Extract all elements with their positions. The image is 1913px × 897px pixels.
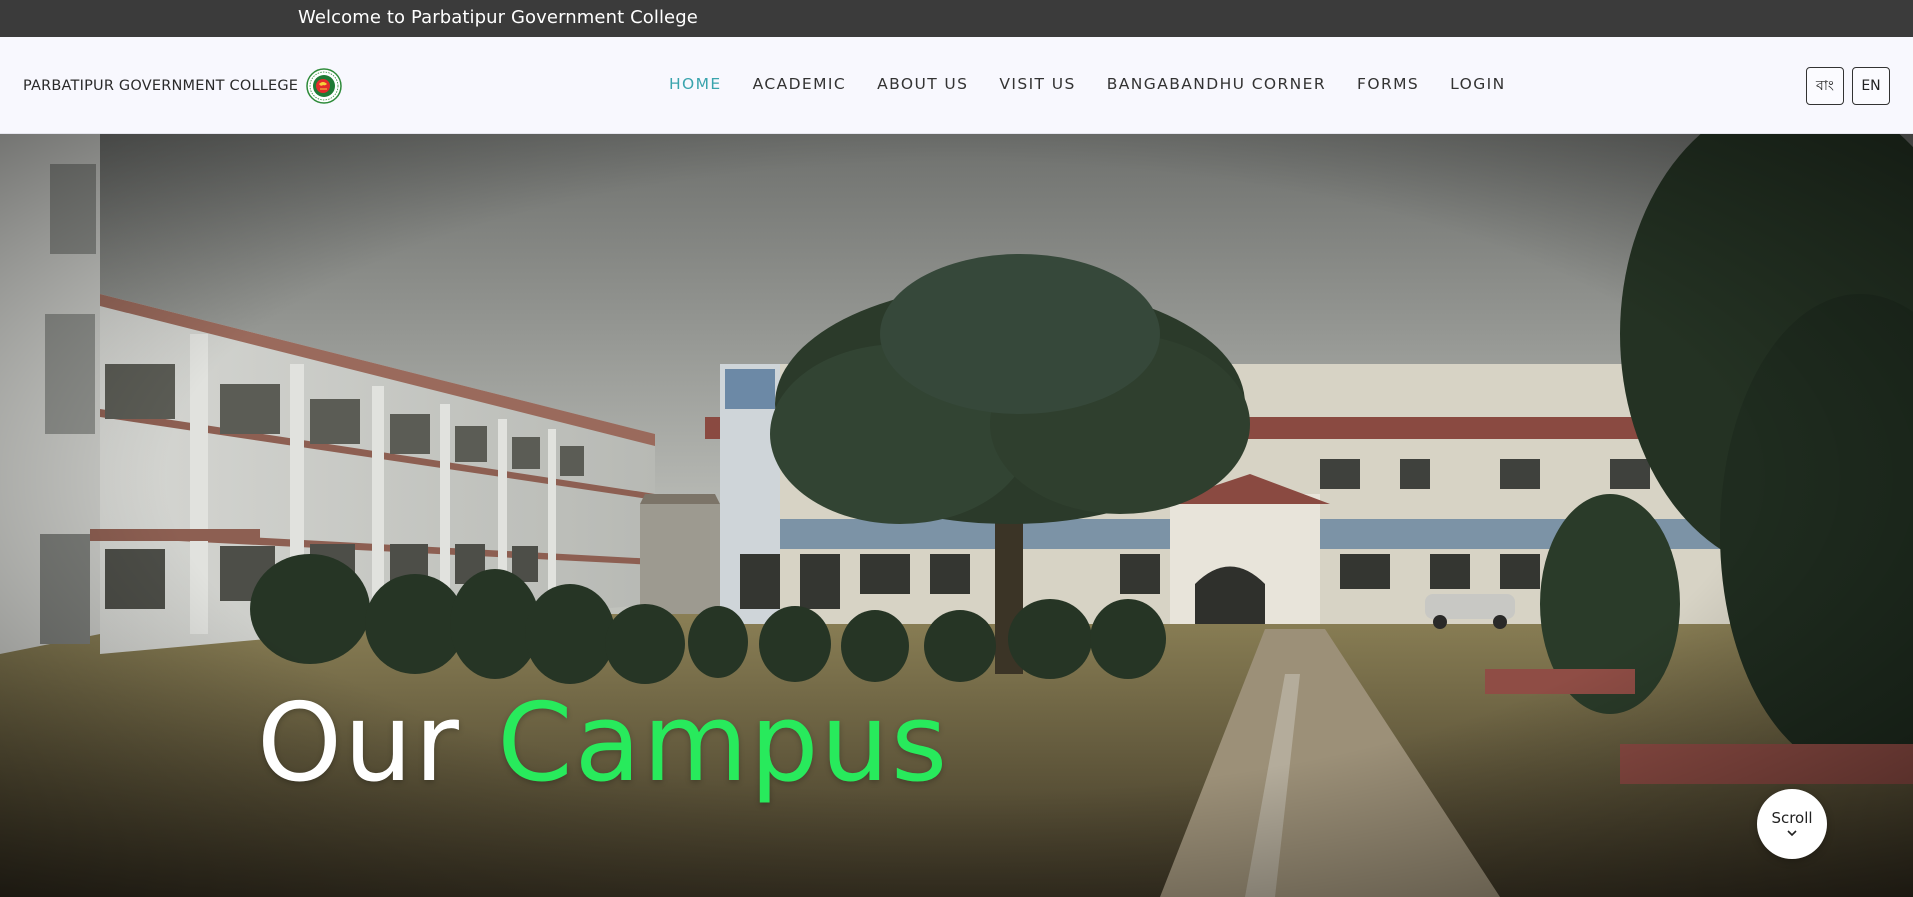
nav-visit-us[interactable]: VISIT US xyxy=(999,75,1075,93)
hero-title-word-2: Campus xyxy=(497,681,950,806)
nav-about-us[interactable]: ABOUT US xyxy=(877,75,968,93)
site-header: PARBATIPUR GOVERNMENT COLLEGE HOME ACADE… xyxy=(0,37,1913,134)
nav-login[interactable]: LOGIN xyxy=(1450,75,1505,93)
welcome-text: Welcome to Parbatipur Government College xyxy=(298,7,698,28)
scroll-label: Scroll xyxy=(1771,809,1813,827)
hero-section: Our Campus Scroll xyxy=(0,134,1913,897)
language-bangla-button[interactable]: বাং xyxy=(1806,67,1844,105)
brand-link[interactable]: PARBATIPUR GOVERNMENT COLLEGE xyxy=(23,67,342,105)
hero-title-word-1: Our xyxy=(257,681,461,806)
nav-academic[interactable]: ACADEMIC xyxy=(753,75,846,93)
top-announcement-bar: Welcome to Parbatipur Government College xyxy=(0,0,1913,37)
hero-title: Our Campus xyxy=(257,690,949,798)
nav-home[interactable]: HOME xyxy=(669,75,722,93)
main-nav: HOME ACADEMIC ABOUT US VISIT US BANGABAN… xyxy=(669,72,1506,96)
language-english-button[interactable]: EN xyxy=(1852,67,1890,105)
chevron-down-icon xyxy=(1787,830,1797,837)
brand-name: PARBATIPUR GOVERNMENT COLLEGE xyxy=(23,78,299,94)
scroll-button[interactable]: Scroll xyxy=(1757,789,1827,859)
bangladesh-emblem-icon xyxy=(306,68,342,104)
nav-bangabandhu-corner[interactable]: BANGABANDHU CORNER xyxy=(1107,75,1326,93)
nav-forms[interactable]: FORMS xyxy=(1357,75,1419,93)
